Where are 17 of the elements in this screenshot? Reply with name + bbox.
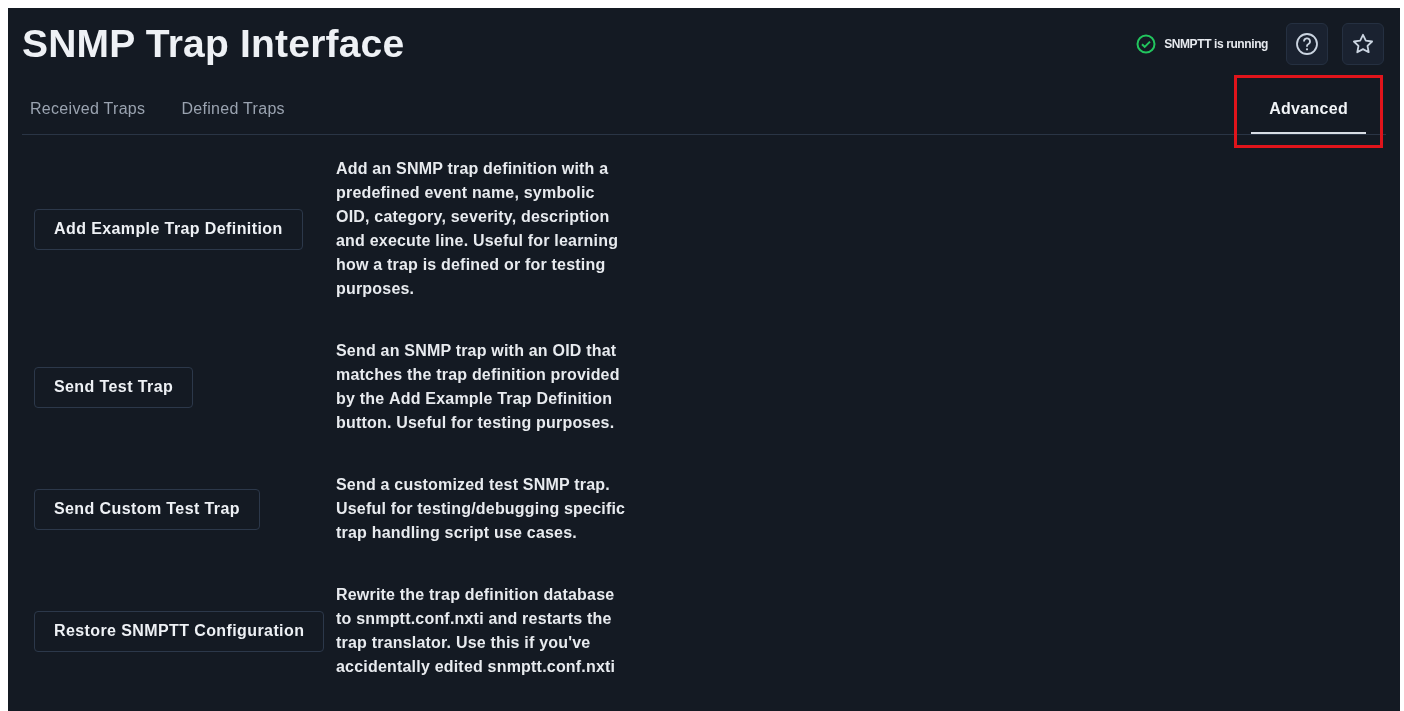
status-text: SNMPTT is running (1164, 37, 1268, 51)
page-title: SNMP Trap Interface (22, 22, 405, 66)
tab[interactable]: Received Traps (26, 86, 160, 134)
star-icon (1351, 32, 1375, 56)
description-text: Send an SNMP trap with an OID that matches the trap definition provided by the Add Example Trap Definition button. Useful for testing purposes. (336, 341, 621, 433)
description-text: Rewrite the trap definition database to snmptt.conf.nxti and restarts the trap translator. Use this if you've accidentally edited snmptt.conf.nxti (336, 585, 617, 677)
action-button[interactable]: Send Test Trap (34, 366, 194, 408)
help-button[interactable] (1286, 23, 1328, 65)
tab[interactable]: Defined Traps (177, 86, 299, 134)
description-text: Send a customized test SNMP trap. Useful for testing/debugging specific trap handling script use cases. (336, 475, 627, 543)
help-icon (1295, 32, 1319, 56)
favorite-button[interactable] (1342, 23, 1384, 65)
action-button[interactable]: Add Example Trap Definition (34, 208, 303, 250)
action-button[interactable]: Send Custom Test Trap (34, 488, 260, 530)
action-button[interactable]: Restore SNMPTT Configuration (34, 610, 325, 652)
tab[interactable]: Advanced (1251, 86, 1366, 134)
description-text: Add an SNMP trap definition with a predefined event name, symbolic OID, category, severity, description and execute line. Useful for learning how a trap is defined or for testing purposes. (336, 159, 620, 299)
